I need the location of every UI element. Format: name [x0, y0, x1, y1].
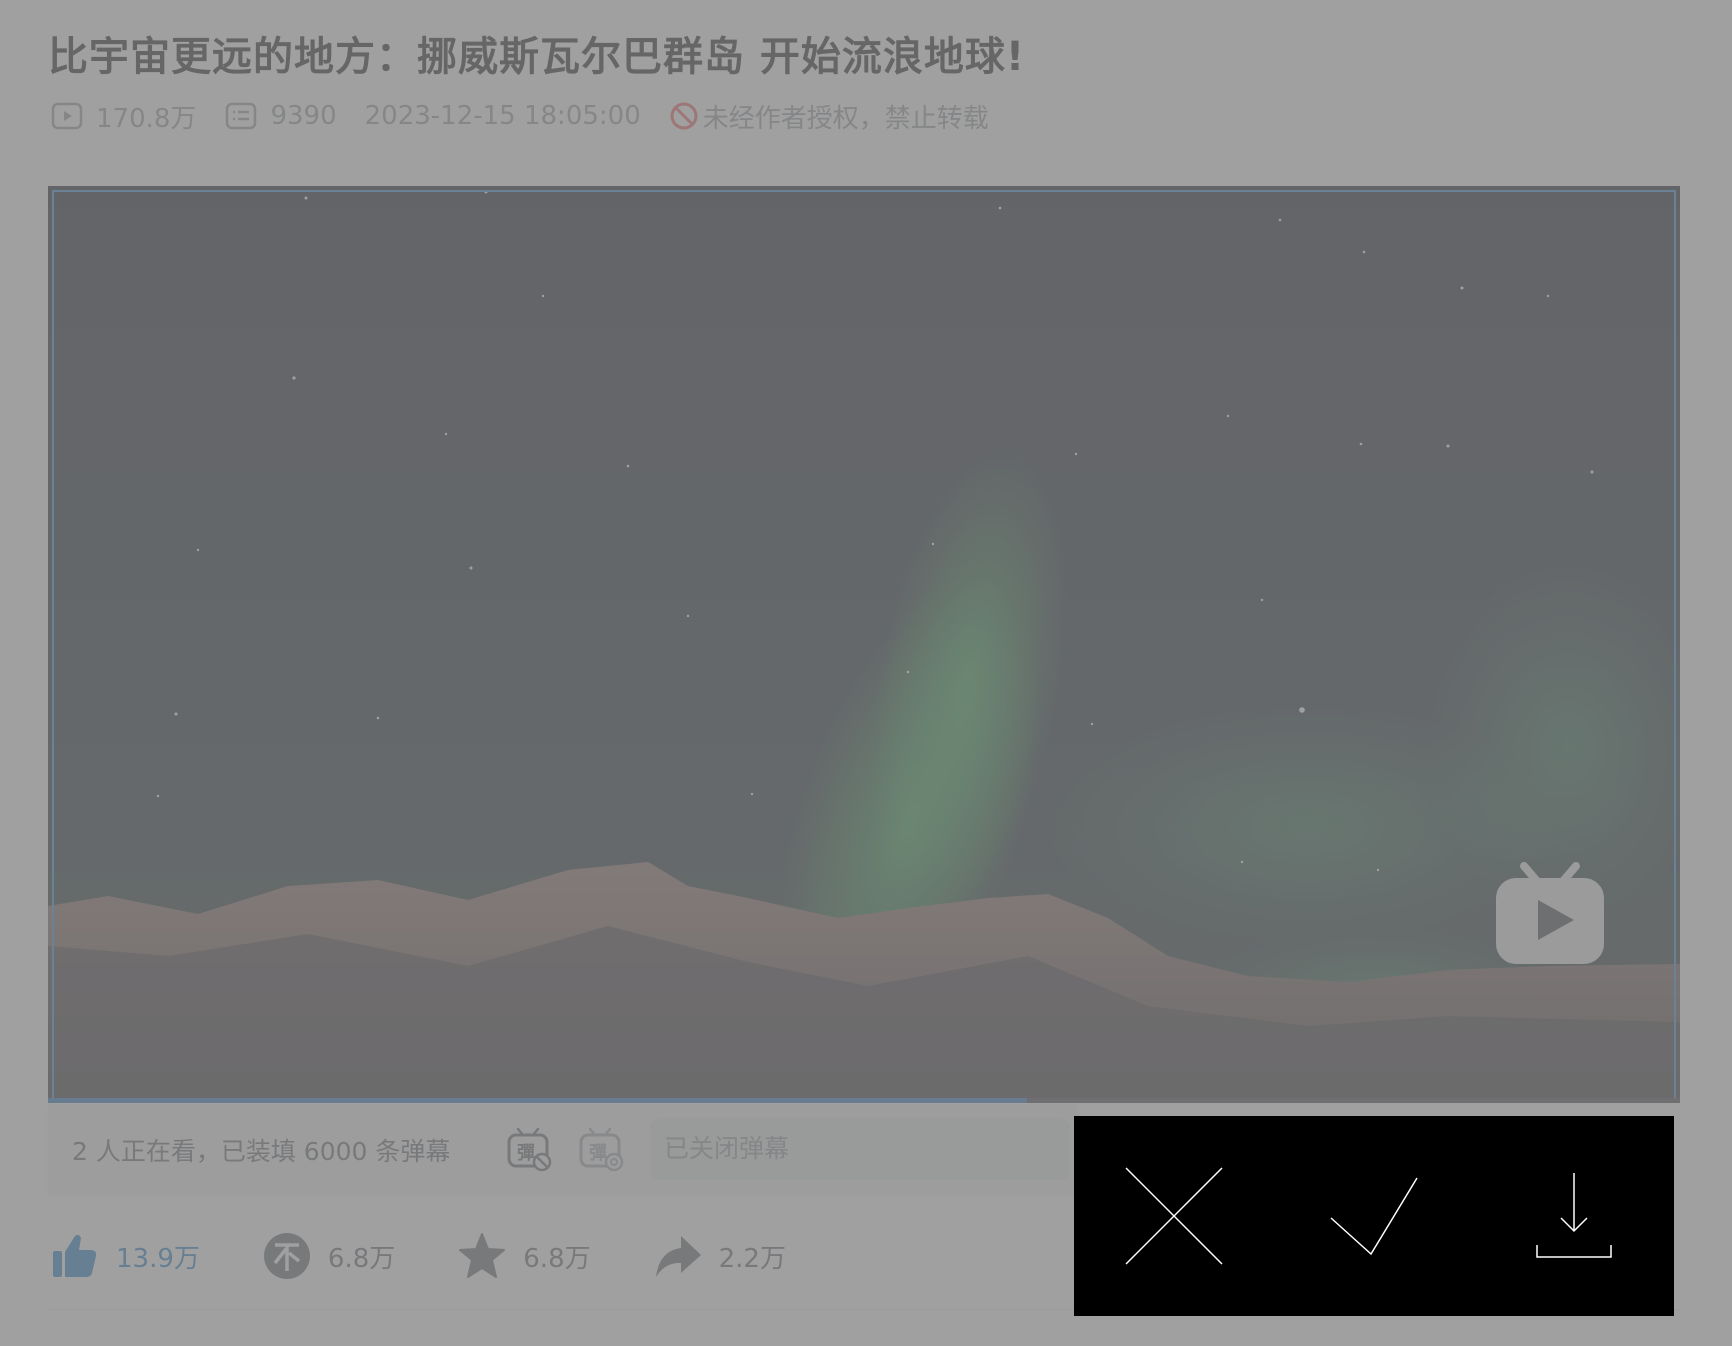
views-count: 170.8万: [96, 103, 197, 134]
check-icon: [1330, 1177, 1418, 1256]
coin-button[interactable]: 6.8万: [262, 1231, 395, 1281]
video-meta: 170.8万 9390 2023-12-15 18:05:00 未经作者授权，禁…: [50, 96, 989, 136]
progress-fill[interactable]: [48, 1098, 1028, 1103]
danmaku-off-icon[interactable]: 彈: [506, 1126, 552, 1176]
download-icon: [1536, 1173, 1612, 1258]
close-icon: [1125, 1167, 1223, 1265]
download-button[interactable]: [1474, 1116, 1674, 1316]
publish-time: 2023-12-15 18:05:00: [364, 101, 641, 131]
play-count-icon: [51, 102, 83, 130]
coin-icon: [263, 1233, 310, 1279]
danmaku-count-icon: [226, 102, 257, 130]
danmaku-settings-icon[interactable]: 彈: [578, 1126, 624, 1176]
danmaku-bar: 2 人正在看，已装填 6000 条弹幕 彈 彈: [48, 1104, 1078, 1194]
share-button[interactable]: 2.2万: [653, 1231, 786, 1281]
video-player[interactable]: [48, 186, 1680, 1103]
action-bar: 13.9万 6.8万 6.8万 2.2万: [50, 1228, 848, 1284]
danmaku-stat: 9390: [224, 99, 337, 133]
share-arrow-icon: [655, 1236, 701, 1277]
video-title: 比宇宙更远的地方：挪威斯瓦尔巴群岛 开始流浪地球!: [48, 34, 1026, 80]
copyright-notice: 未经作者授权，禁止转载: [669, 98, 989, 135]
publish-time-stat: 2023-12-15 18:05:00: [365, 101, 641, 131]
star-icon: [459, 1233, 506, 1278]
thumbs-up-icon: [53, 1234, 97, 1277]
share-count: 2.2万: [718, 1243, 786, 1274]
danmaku-input[interactable]: [650, 1118, 1070, 1180]
copyright-text: 未经作者授权，禁止转载: [702, 103, 989, 134]
favorite-count: 6.8万: [523, 1243, 591, 1274]
watching-status: 2 人正在看，已装填 6000 条弹幕: [72, 1137, 451, 1166]
favorite-button[interactable]: 6.8万: [457, 1231, 591, 1281]
like-button[interactable]: 13.9万: [50, 1231, 200, 1281]
video-frame-aurora: [48, 186, 1680, 1103]
confirm-button[interactable]: [1274, 1116, 1474, 1316]
views-stat: 170.8万: [50, 98, 196, 135]
like-count: 13.9万: [116, 1243, 200, 1274]
svg-text:彈: 彈: [589, 1143, 607, 1164]
bilibili-tv-play-icon[interactable]: [1492, 862, 1608, 970]
coin-count: 6.8万: [327, 1243, 396, 1274]
screenshot-edit-toolbar: [1074, 1116, 1674, 1316]
svg-text:彈: 彈: [517, 1143, 535, 1164]
danmaku-count: 9390: [270, 101, 337, 131]
cancel-button[interactable]: [1074, 1116, 1274, 1316]
no-repost-icon: [670, 102, 698, 130]
